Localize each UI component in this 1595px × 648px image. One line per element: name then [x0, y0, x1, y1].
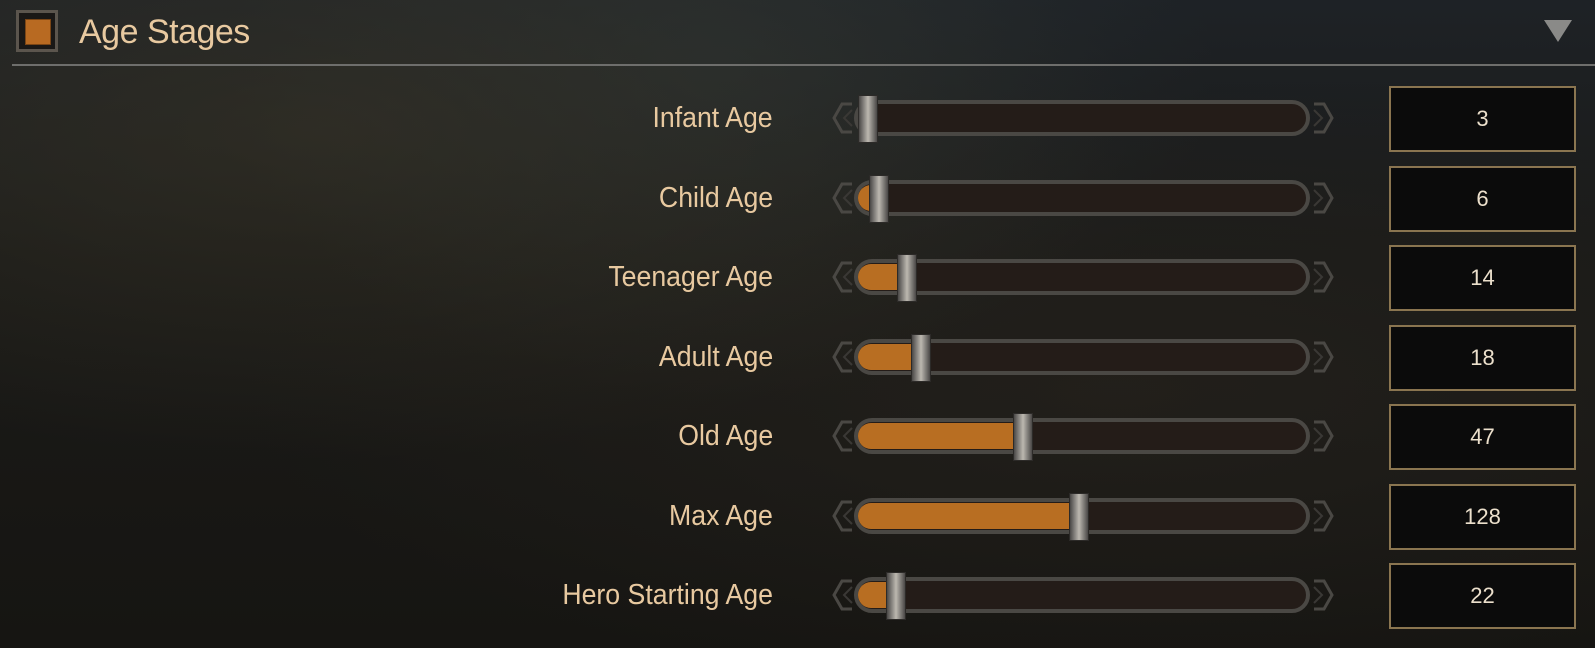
- slider-thumb[interactable]: [868, 174, 889, 223]
- slider-left-cap: [832, 579, 854, 611]
- age-slider[interactable]: [832, 492, 1334, 541]
- slider-left-cap: [832, 102, 854, 134]
- slider-thumb[interactable]: [886, 572, 907, 620]
- slider-fill: [858, 343, 915, 370]
- setting-label: Child Age: [658, 181, 773, 214]
- section-title: Age Stages: [79, 13, 250, 51]
- slider-right-cap: [1312, 579, 1334, 611]
- slider-thumb[interactable]: [858, 95, 878, 143]
- slider-track[interactable]: [854, 100, 1310, 136]
- value-text: 128: [1464, 503, 1501, 529]
- value-text: 47: [1470, 424, 1495, 449]
- section-enable-checkbox[interactable]: [16, 10, 58, 52]
- value-text: 18: [1470, 344, 1495, 370]
- setting-row: Hero Starting Age 22: [0, 559, 1595, 631]
- value-text: 3: [1476, 106, 1489, 131]
- value-input[interactable]: 3: [1389, 86, 1576, 152]
- setting-row: Infant Age 3: [0, 82, 1595, 154]
- setting-label: Teenager Age: [608, 261, 773, 293]
- age-slider[interactable]: [832, 571, 1334, 620]
- slider-track[interactable]: [854, 179, 1310, 216]
- setting-label: Infant Age: [652, 102, 773, 134]
- slider-thumb[interactable]: [896, 254, 917, 302]
- value-input[interactable]: 6: [1389, 165, 1576, 232]
- setting-label: Old Age: [678, 420, 773, 452]
- slider-left-cap: [832, 261, 854, 293]
- slider-fill: [858, 264, 901, 290]
- value-input[interactable]: 18: [1389, 324, 1576, 391]
- value-text: 22: [1470, 583, 1495, 608]
- setting-row: Max Age 128: [0, 480, 1595, 552]
- slider-right-cap: [1312, 500, 1334, 532]
- slider-right-cap: [1312, 261, 1334, 293]
- slider-right-cap: [1312, 341, 1334, 373]
- value-input[interactable]: 22: [1389, 563, 1576, 629]
- slider-right-cap: [1312, 182, 1334, 214]
- age-slider[interactable]: [832, 94, 1334, 143]
- slider-right-cap: [1312, 420, 1334, 452]
- setting-row: Old Age 47: [0, 400, 1595, 472]
- setting-row: Adult Age 18: [0, 321, 1595, 393]
- value-input[interactable]: 14: [1389, 245, 1576, 311]
- slider-fill: [858, 502, 1074, 529]
- slider-right-cap: [1312, 102, 1334, 134]
- slider-thumb[interactable]: [1069, 492, 1090, 541]
- value-input[interactable]: 47: [1389, 404, 1576, 470]
- triangle-down-icon[interactable]: [1544, 20, 1572, 42]
- slider-left-cap: [832, 420, 854, 452]
- age-slider[interactable]: [832, 333, 1334, 382]
- slider-track[interactable]: [854, 259, 1310, 295]
- checkbox-fill: [25, 19, 51, 45]
- value-text: 14: [1470, 265, 1495, 290]
- setting-row: Teenager Age 14: [0, 241, 1595, 313]
- age-slider[interactable]: [832, 174, 1334, 223]
- setting-label: Hero Starting Age: [562, 579, 773, 611]
- slider-fill: [858, 423, 1017, 449]
- age-slider[interactable]: [832, 412, 1334, 461]
- slider-left-cap: [832, 500, 854, 532]
- slider-track[interactable]: [854, 577, 1310, 613]
- header-divider: [12, 64, 1595, 66]
- slider-thumb[interactable]: [910, 333, 931, 382]
- slider-thumb[interactable]: [1012, 413, 1033, 461]
- age-slider[interactable]: [832, 253, 1334, 302]
- setting-label: Max Age: [669, 499, 773, 532]
- value-input[interactable]: 128: [1389, 483, 1576, 550]
- slider-left-cap: [832, 182, 854, 214]
- setting-label: Adult Age: [658, 340, 773, 373]
- section-header[interactable]: Age Stages: [0, 0, 1595, 66]
- slider-left-cap: [832, 341, 854, 373]
- value-text: 6: [1476, 185, 1489, 211]
- setting-row: Child Age 6: [0, 162, 1595, 234]
